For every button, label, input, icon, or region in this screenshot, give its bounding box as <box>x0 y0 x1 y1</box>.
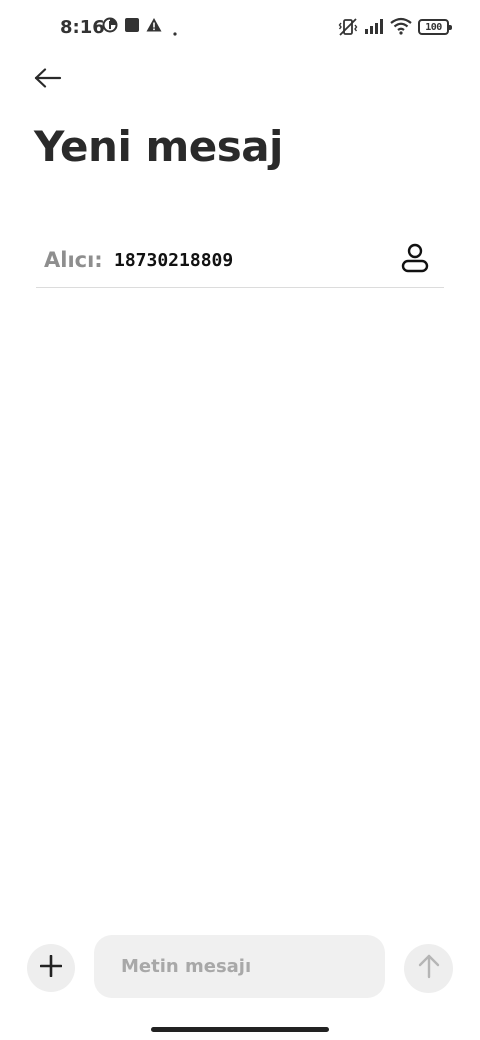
home-indicator[interactable] <box>151 1027 329 1032</box>
signal-icon <box>364 17 386 40</box>
new-message-screen: 8:16 100 Yeni mesaj Alıcı: 18730218809 M… <box>0 0 480 1040</box>
recipient-field[interactable]: Alıcı: 18730218809 <box>36 236 444 288</box>
battery-level: 100 <box>418 19 452 35</box>
message-input[interactable] <box>94 935 385 998</box>
back-button[interactable] <box>28 62 68 98</box>
square-notification-icon <box>124 17 140 38</box>
arrow-up-icon <box>418 953 440 984</box>
vibrate-off-icon <box>338 17 358 42</box>
send-button[interactable] <box>404 944 453 993</box>
data-saver-icon <box>102 17 118 38</box>
dot-icon <box>172 24 178 42</box>
recipient-label: Alıcı: <box>44 248 103 272</box>
battery-icon: 100 <box>418 19 452 35</box>
status-time: 8:16 <box>60 17 105 38</box>
arrow-left-icon <box>34 67 62 93</box>
warning-icon <box>146 17 162 38</box>
recipient-number[interactable]: 18730218809 <box>114 250 233 271</box>
wifi-icon <box>390 17 412 40</box>
add-attachment-button[interactable] <box>27 944 75 992</box>
person-icon <box>401 243 429 278</box>
page-title: Yeni mesaj <box>34 122 283 171</box>
plus-icon <box>39 954 63 982</box>
contact-picker-button[interactable] <box>400 243 430 278</box>
status-bar: 8:16 100 <box>0 0 480 56</box>
